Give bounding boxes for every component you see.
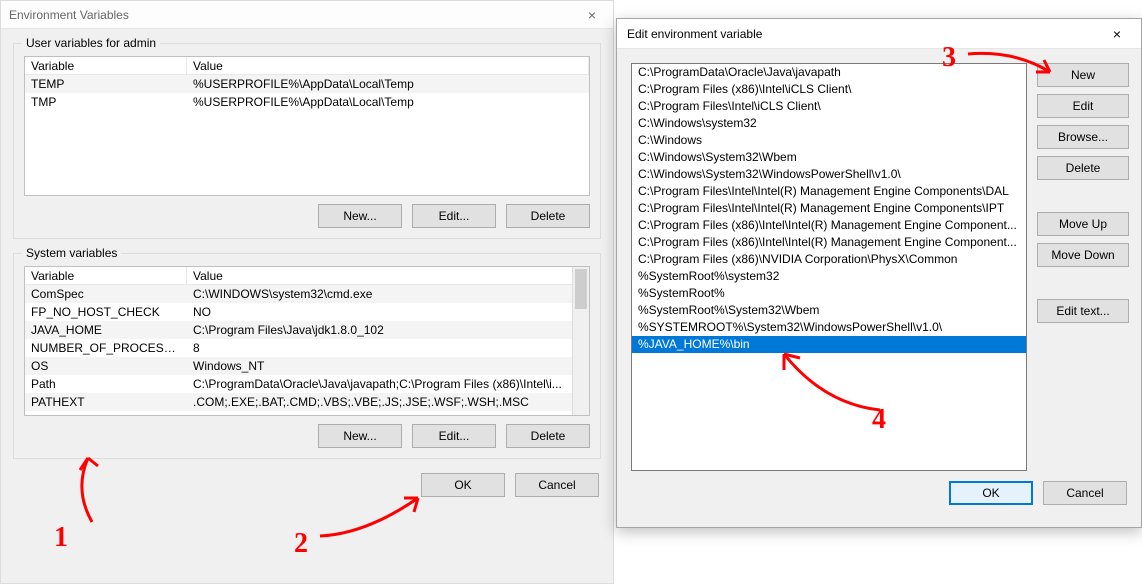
table-row[interactable]: FP_NO_HOST_CHECKNO (25, 303, 572, 321)
table-row[interactable]: PATHEXT.COM;.EXE;.BAT;.CMD;.VBS;.VBE;.JS… (25, 393, 572, 411)
list-item[interactable]: %SystemRoot%\System32\Wbem (632, 302, 1026, 319)
edit-environment-variable-dialog: Edit environment variable × C:\ProgramDa… (616, 18, 1142, 528)
system-delete-button[interactable]: Delete (506, 424, 590, 448)
close-icon[interactable]: × (1095, 20, 1139, 48)
user-variables-grid[interactable]: Variable Value TEMP %USERPROFILE%\AppDat… (24, 56, 590, 196)
table-row[interactable]: PathC:\ProgramData\Oracle\Java\javapath;… (25, 375, 572, 393)
edit-moveup-button[interactable]: Move Up (1037, 212, 1129, 236)
edit-edit-button[interactable]: Edit (1037, 94, 1129, 118)
var-name: TEMP (25, 75, 187, 93)
var-value: %USERPROFILE%\AppData\Local\Temp (187, 93, 589, 111)
list-item[interactable]: C:\ProgramData\Oracle\Java\javapath (632, 64, 1026, 81)
system-grid-body: ComSpecC:\WINDOWS\system32\cmd.exe FP_NO… (25, 285, 589, 411)
user-vars-buttons: New... Edit... Delete (24, 204, 590, 228)
close-icon[interactable]: × (577, 7, 607, 23)
var-value: %USERPROFILE%\AppData\Local\Temp (187, 75, 589, 93)
env-titlebar: Environment Variables × (1, 1, 613, 29)
list-item[interactable]: C:\Program Files (x86)\Intel\Intel(R) Ma… (632, 217, 1026, 234)
list-item[interactable]: C:\Program Files\Intel\Intel(R) Manageme… (632, 183, 1026, 200)
scrollbar[interactable] (572, 267, 589, 415)
list-item[interactable]: C:\Windows\system32 (632, 115, 1026, 132)
edit-cancel-button[interactable]: Cancel (1043, 481, 1127, 505)
user-variables-legend: User variables for admin (22, 36, 160, 50)
var-name: TMP (25, 93, 187, 111)
env-ok-button[interactable]: OK (421, 473, 505, 497)
system-grid-header: Variable Value (25, 267, 589, 285)
list-item[interactable]: C:\Program Files\Intel\iCLS Client\ (632, 98, 1026, 115)
var-value: C:\Program Files\Java\jdk1.8.0_102 (187, 321, 572, 339)
list-item[interactable]: C:\Program Files (x86)\NVIDIA Corporatio… (632, 251, 1026, 268)
col-header-variable[interactable]: Variable (25, 57, 187, 74)
system-vars-buttons: New... Edit... Delete (24, 424, 590, 448)
system-variables-legend: System variables (22, 246, 121, 260)
var-name: OS (25, 357, 187, 375)
env-title: Environment Variables (9, 8, 129, 22)
table-row[interactable]: TEMP %USERPROFILE%\AppData\Local\Temp (25, 75, 589, 93)
table-row[interactable]: TMP %USERPROFILE%\AppData\Local\Temp (25, 93, 589, 111)
var-value: C:\WINDOWS\system32\cmd.exe (187, 285, 572, 303)
list-item[interactable]: C:\Windows (632, 132, 1026, 149)
edit-dialog-footer: OK Cancel (617, 481, 1141, 517)
env-cancel-button[interactable]: Cancel (515, 473, 599, 497)
list-item-selected[interactable]: %JAVA_HOME%\bin (632, 336, 1026, 353)
edit-side-buttons: New Edit Browse... Delete Move Up Move D… (1037, 63, 1129, 471)
list-item[interactable]: C:\Program Files (x86)\Intel\Intel(R) Ma… (632, 234, 1026, 251)
var-name: FP_NO_HOST_CHECK (25, 303, 187, 321)
user-variables-group: User variables for admin Variable Value … (13, 43, 601, 239)
var-name: Path (25, 375, 187, 393)
env-dialog-footer: OK Cancel (1, 465, 613, 509)
list-item[interactable]: %SystemRoot%\system32 (632, 268, 1026, 285)
table-row[interactable]: OSWindows_NT (25, 357, 572, 375)
user-edit-button[interactable]: Edit... (412, 204, 496, 228)
list-item[interactable]: C:\Windows\System32\WindowsPowerShell\v1… (632, 166, 1026, 183)
var-value: C:\ProgramData\Oracle\Java\javapath;C:\P… (187, 375, 572, 393)
edit-ok-button[interactable]: OK (949, 481, 1033, 505)
system-variables-group: System variables Variable Value ComSpecC… (13, 253, 601, 459)
var-value: .COM;.EXE;.BAT;.CMD;.VBS;.VBE;.JS;.JSE;.… (187, 393, 572, 411)
var-name: NUMBER_OF_PROCESSORS (25, 339, 187, 357)
edit-movedown-button[interactable]: Move Down (1037, 243, 1129, 267)
col-header-value[interactable]: Value (187, 57, 589, 74)
var-name: JAVA_HOME (25, 321, 187, 339)
list-item[interactable]: %SystemRoot% (632, 285, 1026, 302)
edit-titlebar: Edit environment variable × (617, 19, 1141, 49)
var-value: 8 (187, 339, 572, 357)
table-row[interactable]: ComSpecC:\WINDOWS\system32\cmd.exe (25, 285, 572, 303)
edit-title: Edit environment variable (627, 27, 762, 41)
user-grid-header: Variable Value (25, 57, 589, 75)
edit-delete-button[interactable]: Delete (1037, 156, 1129, 180)
col-header-value[interactable]: Value (187, 267, 589, 284)
edit-new-button[interactable]: New (1037, 63, 1129, 87)
path-list[interactable]: C:\ProgramData\Oracle\Java\javapath C:\P… (631, 63, 1027, 471)
list-item[interactable]: C:\Program Files\Intel\Intel(R) Manageme… (632, 200, 1026, 217)
list-item[interactable]: %SYSTEMROOT%\System32\WindowsPowerShell\… (632, 319, 1026, 336)
system-edit-button[interactable]: Edit... (412, 424, 496, 448)
user-grid-body: TEMP %USERPROFILE%\AppData\Local\Temp TM… (25, 75, 589, 111)
table-row[interactable]: JAVA_HOMEC:\Program Files\Java\jdk1.8.0_… (25, 321, 572, 339)
var-name: PATHEXT (25, 393, 187, 411)
edit-browse-button[interactable]: Browse... (1037, 125, 1129, 149)
var-value: NO (187, 303, 572, 321)
scrollbar-thumb[interactable] (575, 269, 587, 309)
system-variables-grid[interactable]: Variable Value ComSpecC:\WINDOWS\system3… (24, 266, 590, 416)
system-new-button[interactable]: New... (318, 424, 402, 448)
list-item[interactable]: C:\Windows\System32\Wbem (632, 149, 1026, 166)
var-value: Windows_NT (187, 357, 572, 375)
environment-variables-dialog: Environment Variables × User variables f… (0, 0, 614, 584)
user-delete-button[interactable]: Delete (506, 204, 590, 228)
edit-edittext-button[interactable]: Edit text... (1037, 299, 1129, 323)
var-name: ComSpec (25, 285, 187, 303)
user-new-button[interactable]: New... (318, 204, 402, 228)
list-item[interactable]: C:\Program Files (x86)\Intel\iCLS Client… (632, 81, 1026, 98)
col-header-variable[interactable]: Variable (25, 267, 187, 284)
table-row[interactable]: NUMBER_OF_PROCESSORS8 (25, 339, 572, 357)
